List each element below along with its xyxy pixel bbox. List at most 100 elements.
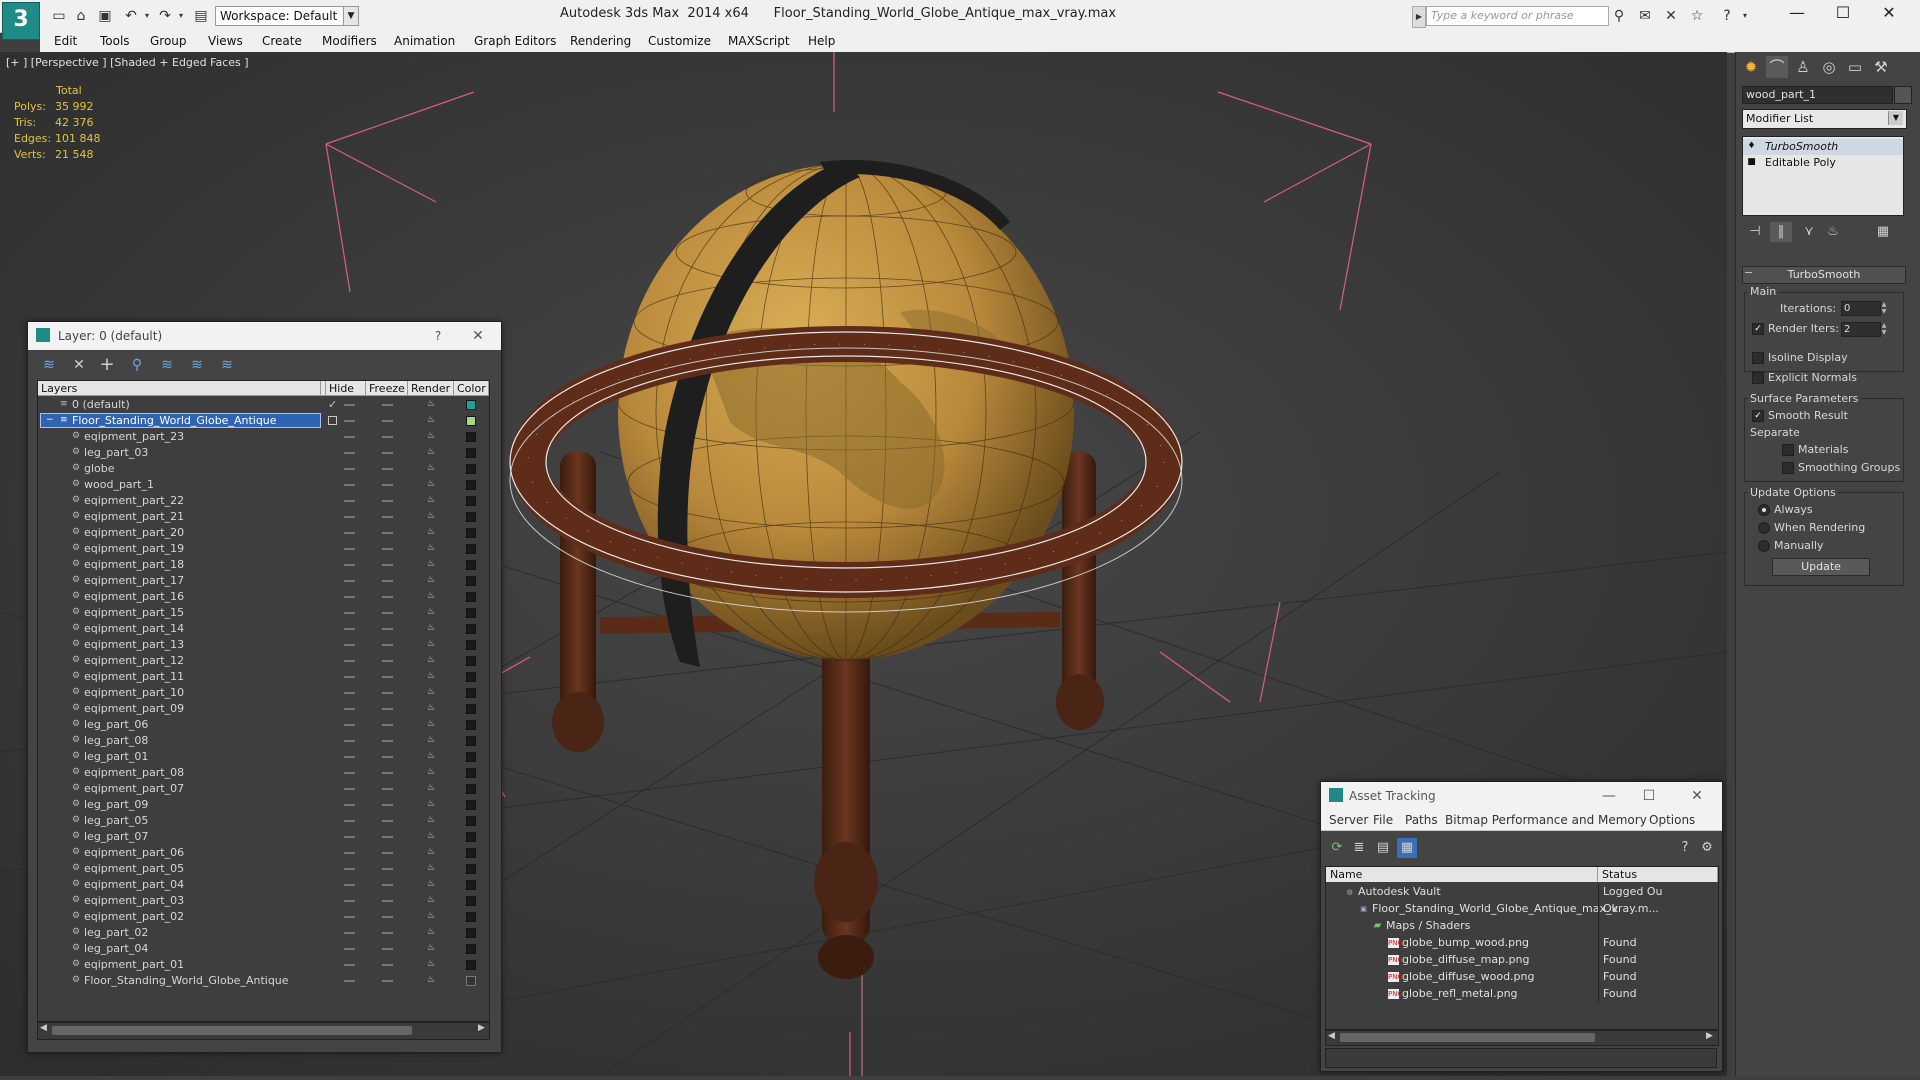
hierarchy-tab-icon[interactable]: ♙ (1792, 56, 1814, 78)
smoothing-groups-checkbox[interactable] (1782, 462, 1794, 474)
render-teapot-icon[interactable]: ♨ (426, 640, 436, 649)
freeze-toggle[interactable] (382, 436, 393, 438)
object-color-swatch[interactable] (466, 848, 476, 858)
asset-row-maps[interactable]: ▰ Maps / Shaders (1326, 918, 1718, 935)
hide-toggle[interactable] (344, 612, 355, 614)
freeze-toggle[interactable] (382, 484, 393, 486)
communication-center-icon[interactable]: ✉ (1634, 6, 1656, 26)
asset-menu-server[interactable]: Server (1329, 813, 1368, 827)
asset-row-scene-file[interactable]: ▣ Floor_Standing_World_Globe_Antique_max… (1326, 901, 1718, 918)
hide-toggle[interactable] (344, 932, 355, 934)
render-teapot-icon[interactable]: ♨ (426, 912, 436, 921)
render-teapot-icon[interactable]: ♨ (426, 592, 436, 601)
object-color-swatch[interactable] (466, 672, 476, 682)
close-icon[interactable]: ✕ (468, 326, 488, 346)
menu-rendering[interactable]: Rendering (570, 34, 631, 48)
freeze-toggle[interactable] (382, 900, 393, 902)
render-teapot-icon[interactable]: ♨ (426, 976, 436, 985)
render-teapot-icon[interactable]: ♨ (426, 960, 436, 969)
object-row[interactable]: ⚙ leg_part_02 ♨ (38, 925, 489, 941)
asset-row-bitmap[interactable]: PNG globe_refl_metal.png Found (1326, 986, 1718, 1003)
object-color-swatch[interactable] (466, 512, 476, 522)
freeze-toggle[interactable] (382, 820, 393, 822)
table-view-icon[interactable]: ▦ (1397, 838, 1417, 858)
layer-color-swatch[interactable] (466, 416, 476, 426)
object-row[interactable]: ⚙ eqipment_part_22 ♨ (38, 493, 489, 509)
render-teapot-icon[interactable]: ♨ (426, 448, 436, 457)
app-logo-icon[interactable]: 3 (2, 2, 40, 40)
render-teapot-icon[interactable]: ♨ (426, 656, 436, 665)
chevron-down-icon[interactable]: ▼ (343, 6, 359, 26)
freeze-toggle[interactable] (382, 804, 393, 806)
close-icon[interactable]: ✕ (1866, 0, 1912, 28)
isoline-display-checkbox[interactable] (1752, 352, 1764, 364)
hide-toggle[interactable] (344, 756, 355, 758)
hide-toggle[interactable] (344, 660, 355, 662)
object-row[interactable]: ⚙ eqipment_part_16 ♨ (38, 589, 489, 605)
object-color-swatch[interactable] (466, 496, 476, 506)
asset-row-bitmap[interactable]: PNG globe_diffuse_map.png Found (1326, 952, 1718, 969)
expand-minus-icon[interactable]: − (46, 416, 55, 425)
freeze-toggle[interactable] (382, 692, 393, 694)
rollout-collapse-icon[interactable]: − (1744, 266, 1753, 279)
freeze-toggle[interactable] (382, 516, 393, 518)
render-teapot-icon[interactable]: ♨ (426, 432, 436, 441)
help-dropdown-icon[interactable]: ▾ (1734, 6, 1756, 26)
object-color-swatch[interactable] (466, 464, 476, 474)
render-teapot-icon[interactable]: ♨ (426, 576, 436, 585)
object-row[interactable]: ⚙ eqipment_part_23 ♨ (38, 429, 489, 445)
freeze-toggle[interactable] (382, 724, 393, 726)
freeze-toggle[interactable] (382, 628, 393, 630)
menu-animation[interactable]: Animation (394, 34, 455, 48)
object-row[interactable]: ⚙ eqipment_part_11 ♨ (38, 669, 489, 685)
object-color-swatch[interactable] (466, 544, 476, 554)
object-row[interactable]: ⚙ globe ♨ (38, 461, 489, 477)
iterations-spinner-arrows[interactable]: ▲ ▼ (1880, 301, 1888, 315)
search-expand-icon[interactable]: ▶ (1412, 6, 1426, 28)
object-color-swatch[interactable] (466, 576, 476, 586)
render-teapot-icon[interactable]: ♨ (426, 720, 436, 729)
object-color-swatch[interactable] (466, 800, 476, 810)
hide-toggle[interactable] (344, 436, 355, 438)
hide-toggle[interactable] (344, 692, 355, 694)
refresh-icon[interactable]: ⟳ (1327, 838, 1347, 858)
minimize-icon[interactable]: — (1599, 786, 1619, 806)
new-file-icon[interactable]: ▭ (50, 7, 68, 25)
object-row[interactable]: ⚙ eqipment_part_17 ♨ (38, 573, 489, 589)
object-row[interactable]: ⚙ leg_part_09 ♨ (38, 797, 489, 813)
column-header-hide[interactable]: Hide (326, 381, 366, 396)
object-color-swatch[interactable] (466, 752, 476, 762)
highlight-layer-icon[interactable]: ≋ (156, 354, 178, 376)
render-teapot-icon[interactable]: ♨ (426, 832, 436, 841)
modifier-list-dropdown[interactable]: Modifier List (1742, 109, 1907, 129)
render-teapot-icon[interactable]: ♨ (426, 496, 436, 505)
hide-toggle[interactable] (344, 900, 355, 902)
column-header-color[interactable]: Color (454, 381, 489, 396)
hide-toggle[interactable] (344, 836, 355, 838)
freeze-toggle[interactable] (382, 580, 393, 582)
menu-edit[interactable]: Edit (54, 34, 77, 48)
scrollbar-thumb[interactable] (52, 1026, 412, 1035)
object-row[interactable]: ⚙ eqipment_part_09 ♨ (38, 701, 489, 717)
render-teapot-icon[interactable]: ♨ (426, 544, 436, 553)
close-icon[interactable]: ✕ (1687, 786, 1707, 806)
search-input[interactable]: Type a keyword or phrase (1426, 6, 1609, 26)
hide-toggle[interactable] (344, 884, 355, 886)
menu-modifiers[interactable]: Modifiers (322, 34, 377, 48)
render-teapot-icon[interactable]: ♨ (426, 416, 436, 425)
freeze-all-layers-icon[interactable]: ≋ (216, 354, 238, 376)
scroll-left-icon[interactable]: ◀ (40, 1023, 47, 1033)
modify-tab-icon[interactable]: ⌒ (1766, 56, 1788, 78)
pin-stack-icon[interactable]: ⊣ (1744, 222, 1766, 242)
object-color-swatch[interactable] (466, 720, 476, 730)
render-iters-spinner-arrows[interactable]: ▲ ▼ (1880, 322, 1888, 336)
freeze-toggle[interactable] (382, 500, 393, 502)
object-row[interactable]: ⚙ eqipment_part_20 ♨ (38, 525, 489, 541)
object-row[interactable]: ⚙ leg_part_03 ♨ (38, 445, 489, 461)
object-color-swatch[interactable] (466, 928, 476, 938)
object-color-swatch[interactable] (466, 480, 476, 490)
freeze-toggle[interactable] (382, 836, 393, 838)
object-row[interactable]: ⚙ leg_part_04 ♨ (38, 941, 489, 957)
freeze-toggle[interactable] (382, 548, 393, 550)
configure-sets-icon[interactable]: ▦ (1872, 222, 1894, 242)
